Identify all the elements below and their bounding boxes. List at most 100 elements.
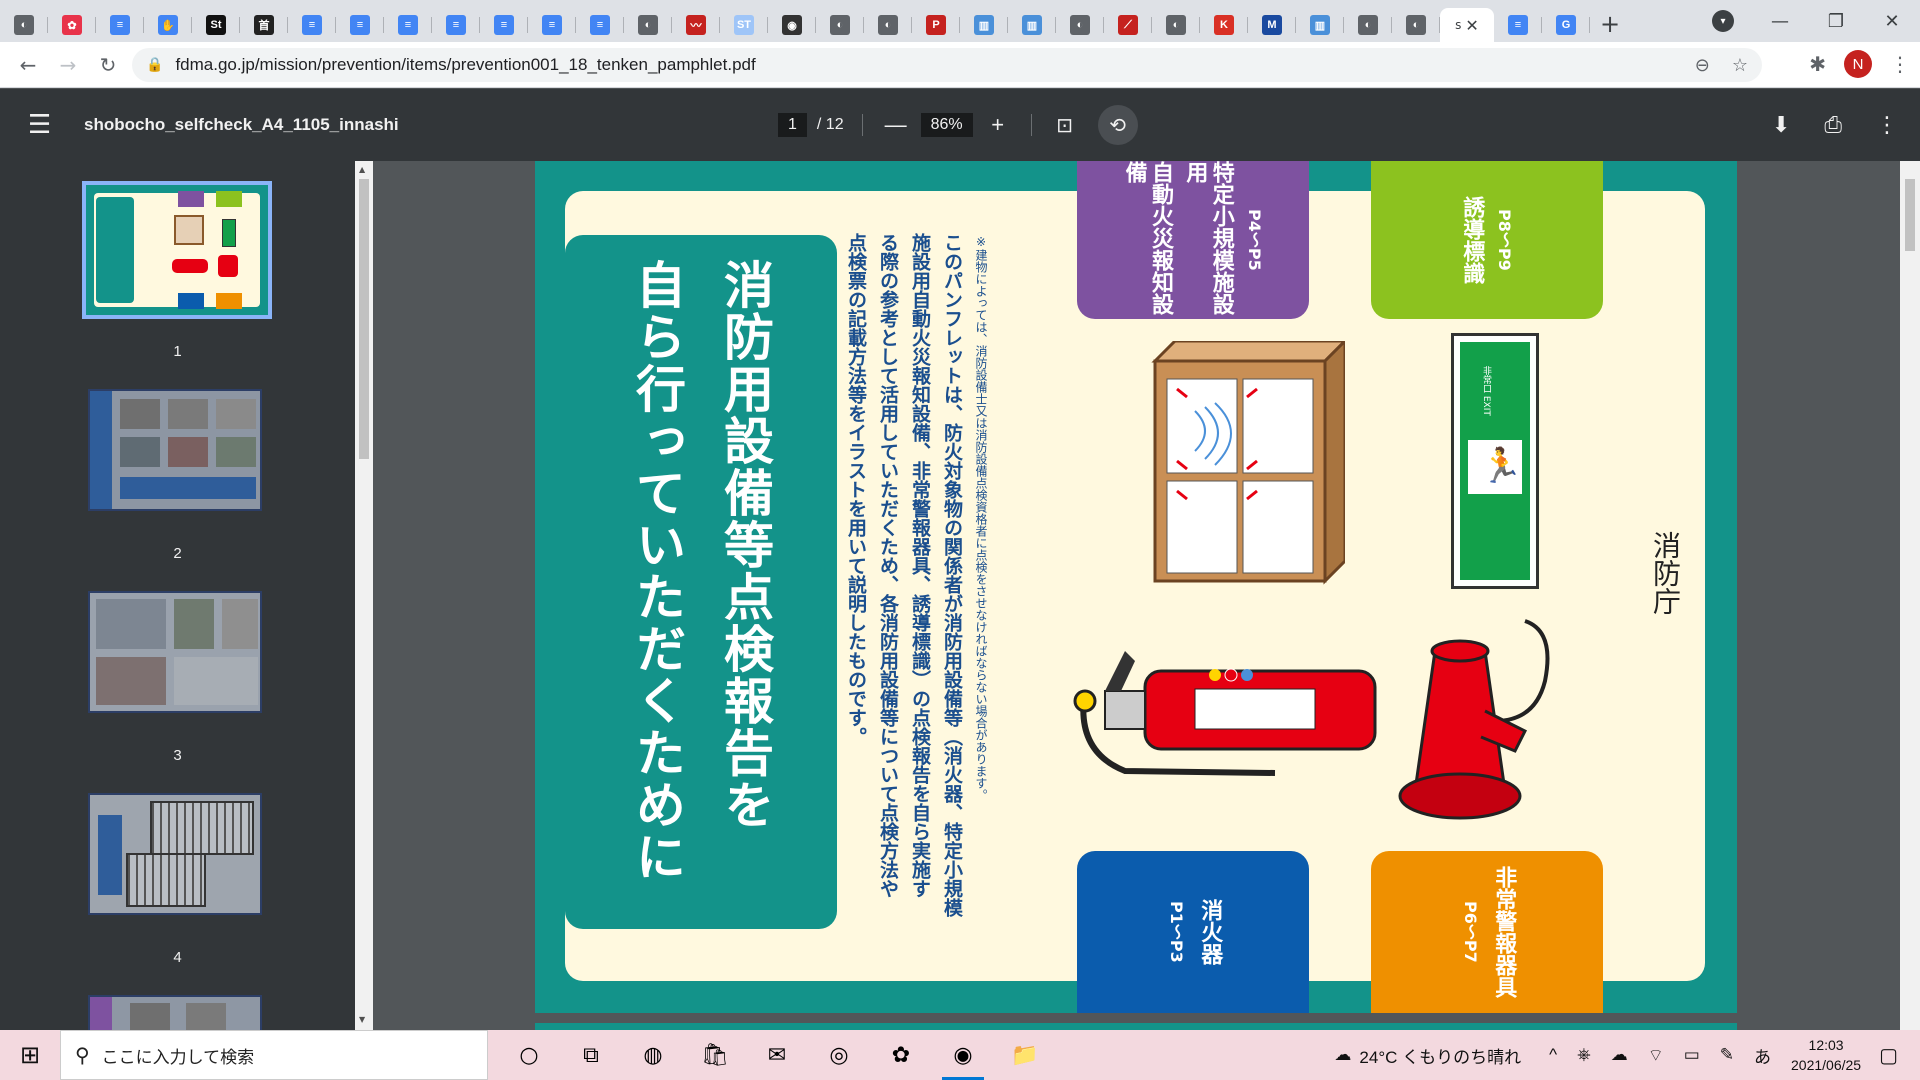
page-thumbnail-3[interactable]: [88, 591, 262, 713]
browser-tab[interactable]: ≡: [336, 8, 384, 42]
browser-tab[interactable]: ⟋: [1104, 8, 1152, 42]
browser-tab[interactable]: ≡: [432, 8, 480, 42]
browser-tab[interactable]: ◉: [768, 8, 816, 42]
weather-widget[interactable]: ☁ 24°C くもりのち晴れ: [1334, 1043, 1521, 1068]
active-browser-tab[interactable]: s ✕: [1440, 8, 1494, 42]
browser-tab[interactable]: ✋: [144, 8, 192, 42]
sidebar-scrollbar[interactable]: ▲ ▼: [355, 161, 373, 1030]
browser-tab[interactable]: ≡: [96, 8, 144, 42]
ime-indicator[interactable]: あ: [1754, 1043, 1771, 1068]
device-icon[interactable]: ⎈: [1577, 1045, 1591, 1065]
taskbar-search-box[interactable]: ⚲ ここに入力して検索: [60, 1030, 488, 1080]
browser-tab[interactable]: ▥: [1296, 8, 1344, 42]
browser-tab[interactable]: ◐: [816, 8, 864, 42]
mail-icon[interactable]: ✉: [746, 1030, 808, 1080]
page-thumbnail-2[interactable]: [88, 389, 262, 511]
store-icon[interactable]: 🛍: [684, 1030, 746, 1080]
browser-tab[interactable]: ≡: [1494, 8, 1542, 42]
page-number-input[interactable]: 1: [778, 113, 807, 137]
globe-icon: ◐: [14, 15, 34, 35]
document-scrollbar[interactable]: [1900, 161, 1920, 1030]
page-thumbnail-4[interactable]: [88, 793, 262, 915]
browser-tab[interactable]: ≡: [384, 8, 432, 42]
new-tab-button[interactable]: +: [1590, 10, 1630, 38]
close-tab-icon[interactable]: ✕: [1465, 16, 1478, 35]
show-hidden-icons-button[interactable]: ^: [1549, 1045, 1557, 1065]
address-bar[interactable]: 🔒 fdma.go.jp/mission/prevention/items/pr…: [132, 48, 1762, 82]
battery-icon[interactable]: ▭: [1684, 1045, 1700, 1065]
browser-tab[interactable]: ✿: [48, 8, 96, 42]
back-button[interactable]: ←: [8, 53, 48, 77]
pdf-more-icon[interactable]: ⋮: [1876, 113, 1898, 138]
browser-tab[interactable]: ◐: [0, 8, 48, 42]
wifi-icon[interactable]: ⌔: [1648, 1045, 1664, 1066]
extensions-icon[interactable]: ✱: [1809, 52, 1826, 76]
browser-tab[interactable]: ◐: [1392, 8, 1440, 42]
zoom-indicator-icon[interactable]: ⊖: [1695, 55, 1710, 76]
start-button[interactable]: ⊞: [0, 1030, 60, 1080]
browser-tab[interactable]: ◐: [624, 8, 672, 42]
sidebar-toggle-icon[interactable]: ☰: [28, 110, 51, 140]
browser-tab[interactable]: M: [1248, 8, 1296, 42]
browser-tab[interactable]: 〰: [672, 8, 720, 42]
onedrive-icon[interactable]: ☁: [1611, 1045, 1628, 1065]
browser-menu-icon[interactable]: ⋮: [1890, 52, 1910, 76]
browser-tab[interactable]: G: [1542, 8, 1590, 42]
title-line: 消防用設備等点検報告を: [716, 259, 774, 831]
task-view-icon[interactable]: ⧉: [560, 1030, 622, 1080]
browser-tab[interactable]: ≡: [576, 8, 624, 42]
cortana-icon[interactable]: ○: [498, 1030, 560, 1080]
browser-tab[interactable]: ◐: [1344, 8, 1392, 42]
app-circle-icon[interactable]: ◎: [808, 1030, 870, 1080]
browser-tab[interactable]: ◐: [1152, 8, 1200, 42]
sidebar-scroll-thumb[interactable]: [359, 179, 369, 459]
tab-search-button[interactable]: ▾: [1712, 10, 1734, 32]
document-scroll-thumb[interactable]: [1905, 179, 1915, 251]
bookmark-star-icon[interactable]: ☆: [1732, 55, 1748, 76]
page-thumbnail-5[interactable]: [88, 995, 262, 1030]
close-window-button[interactable]: ✕: [1864, 11, 1920, 32]
search-placeholder[interactable]: ここに入力して検索: [102, 1043, 255, 1068]
browser-tab[interactable]: St: [192, 8, 240, 42]
browser-tab[interactable]: ◐: [864, 8, 912, 42]
pen-icon[interactable]: ✎: [1720, 1045, 1734, 1065]
minimize-button[interactable]: —: [1752, 11, 1808, 32]
lock-icon[interactable]: 🔒: [146, 57, 163, 73]
browser-tab[interactable]: ≡: [528, 8, 576, 42]
maximize-button[interactable]: ❐: [1808, 11, 1864, 32]
profile-avatar[interactable]: N: [1844, 50, 1872, 78]
download-icon[interactable]: ⬇: [1772, 113, 1790, 138]
browser-tab[interactable]: ST: [720, 8, 768, 42]
zoom-out-button[interactable]: —: [881, 112, 911, 138]
forward-button[interactable]: →: [48, 53, 88, 77]
body-line: 点検票の記載方法等をイラストを用いて説明したものです。: [845, 233, 867, 746]
extinguisher-illustration: [1073, 651, 1377, 776]
chrome-icon[interactable]: ◉: [932, 1030, 994, 1080]
google-icon: G: [1556, 15, 1576, 35]
windows-logo-icon: ⊞: [19, 1041, 41, 1069]
print-icon[interactable]: ⎙: [1824, 113, 1842, 138]
browser-tab[interactable]: ▥: [1008, 8, 1056, 42]
pdf-page-1: 消防用設備等点検報告を 自ら行っていただくために このパンフレットは、防火対象物…: [535, 161, 1737, 1013]
browser-tab[interactable]: ◐: [1056, 8, 1104, 42]
zoom-in-button[interactable]: +: [983, 112, 1013, 138]
browser-tab[interactable]: 首: [240, 8, 288, 42]
browser-tab[interactable]: P: [912, 8, 960, 42]
notification-center-icon[interactable]: ▢: [1879, 1043, 1898, 1068]
explorer-icon[interactable]: 📁: [994, 1030, 1056, 1080]
browser-tab[interactable]: K: [1200, 8, 1248, 42]
fit-page-icon[interactable]: ⊡: [1050, 113, 1080, 138]
browser-tab[interactable]: ≡: [288, 8, 336, 42]
flower-app-icon[interactable]: ✿: [870, 1030, 932, 1080]
browser-tab[interactable]: ≡: [480, 8, 528, 42]
thumbnail-label: 4: [173, 949, 182, 966]
rotate-icon[interactable]: ⟲: [1097, 105, 1138, 145]
system-clock[interactable]: 12:03 2021/06/25: [1791, 1035, 1861, 1075]
exit-sign-illustration: 🏃 非常口 EXIT: [1451, 333, 1539, 589]
zoom-level-input[interactable]: 86%: [920, 113, 973, 137]
browser-tab[interactable]: ▥: [960, 8, 1008, 42]
page-thumbnail-1[interactable]: [82, 181, 272, 319]
edge-icon[interactable]: ◍: [622, 1030, 684, 1080]
reload-button[interactable]: ↻: [88, 53, 128, 77]
url-text[interactable]: fdma.go.jp/mission/prevention/items/prev…: [175, 55, 755, 75]
